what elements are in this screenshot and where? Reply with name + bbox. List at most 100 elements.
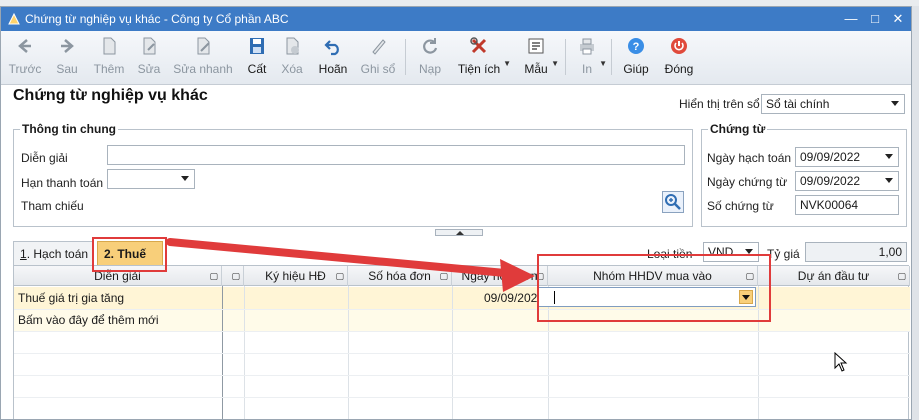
reload-button[interactable]: Nạp (415, 35, 445, 83)
pin-icon[interactable]: ▢ (745, 266, 754, 286)
undo-button[interactable]: Hoãn (315, 35, 351, 83)
save-button[interactable]: Cất (243, 35, 271, 83)
voucher-date-input[interactable]: 09/09/2022 (795, 171, 899, 191)
chevron-down-icon[interactable]: ▼ (599, 59, 607, 68)
title-bar: Chứng từ nghiệp vụ khác - Công ty Cổ phầ… (1, 7, 911, 31)
post-label: Ghi sổ (360, 62, 396, 76)
grid-row-line (14, 331, 910, 332)
grid-row-line (14, 353, 910, 354)
prev-button[interactable]: Trước (5, 35, 45, 83)
mouse-cursor-icon (834, 352, 848, 372)
next-label: Sau (56, 62, 78, 76)
row-description[interactable]: Thuế giá trị gia tăng (14, 287, 222, 309)
chevron-down-icon[interactable] (181, 176, 189, 181)
general-info-title: Thông tin chung (20, 122, 118, 136)
help-icon: ? (628, 38, 644, 54)
print-button[interactable]: In ▼ (575, 35, 607, 83)
tab-tax[interactable]: 2. Thuế (97, 241, 163, 265)
chevron-down-icon[interactable] (745, 249, 753, 254)
prev-label: Trước (8, 62, 42, 76)
chevron-down-icon[interactable]: ▼ (551, 59, 559, 68)
utilities-label: Tiện ích (457, 62, 501, 76)
col-invoice-symbol[interactable]: Ký hiệu HĐ ▢ (244, 266, 348, 286)
chevron-down-icon[interactable]: ▼ (503, 59, 511, 68)
save-label: Cất (247, 62, 267, 76)
col-extra[interactable]: ▢ (222, 266, 244, 286)
col-goods-group[interactable]: Nhóm HHDV mua vào ▢ (548, 266, 758, 286)
help-label: Giúp (623, 62, 649, 76)
grid-row-line (14, 309, 910, 310)
printer-icon (580, 38, 594, 55)
voucher-no-input[interactable]: NVK00064 (795, 195, 899, 215)
col-description[interactable]: Diễn giải ▢ (14, 266, 222, 286)
due-label: Hạn thanh toán (21, 176, 104, 190)
col-project[interactable]: Dự án đầu tư ▢ (758, 266, 910, 286)
arrow-right-icon (61, 39, 74, 53)
table-row[interactable]: Thuế giá trị gia tăng 09/09/2022 (14, 287, 910, 309)
chevron-down-icon[interactable] (891, 101, 899, 106)
voucher-date-label: Ngày chứng từ (707, 175, 788, 189)
arrow-left-icon (18, 39, 31, 53)
pin-icon[interactable]: ▢ (535, 266, 544, 286)
quick-edit-button[interactable]: Sửa nhanh (171, 35, 235, 83)
grid-row-line (14, 397, 910, 398)
chevron-down-icon[interactable] (885, 154, 893, 159)
col-invoice-date[interactable]: Ngày hóa đơn ▢ (452, 266, 548, 286)
tax-grid: Diễn giải ▢ ▢ Ký hiệu HĐ ▢ Số hóa đơn ▢ Ngà… (13, 265, 910, 419)
reference-label: Tham chiếu (21, 199, 84, 213)
toolbar-separator (405, 39, 406, 75)
pin-icon[interactable]: ▢ (335, 266, 344, 286)
pin-icon[interactable]: ▢ (209, 266, 218, 286)
col-invoice-number[interactable]: Số hóa đơn ▢ (348, 266, 452, 286)
toolbar: Trước Sau Thêm Sửa Sửa nhanh Cất Xóa Hoã… (1, 31, 911, 85)
toolbar-separator (565, 39, 566, 75)
utilities-button[interactable]: Tiện ích ▼ (455, 35, 511, 83)
add-row[interactable]: Bấm vào đây để thêm mới (14, 309, 910, 331)
post-button[interactable]: Ghi sổ (359, 35, 397, 83)
templates-button[interactable]: Mẫu ▼ (521, 35, 559, 83)
templates-label: Mẫu (524, 62, 548, 76)
posting-date-input[interactable]: 09/09/2022 (795, 147, 899, 167)
collapse-handle[interactable] (435, 229, 483, 236)
chevron-down-icon[interactable] (739, 290, 753, 304)
maximize-icon[interactable]: □ (865, 10, 885, 28)
edit-label: Sửa (137, 62, 161, 76)
delete-label: Xóa (281, 62, 303, 76)
currency-select[interactable]: VND (703, 242, 759, 262)
rate-input[interactable]: 1,00 (805, 242, 907, 262)
description-label: Diễn giải (21, 151, 68, 165)
ledger-select[interactable]: Sổ tài chính (761, 94, 905, 114)
pin-icon[interactable]: ▢ (897, 266, 906, 286)
close-button[interactable]: Đóng (661, 35, 697, 83)
description-input[interactable] (107, 145, 685, 165)
chevron-down-icon[interactable] (885, 178, 893, 183)
tab-accounting[interactable]: 1. Hạch toán (13, 241, 93, 265)
minimize-icon[interactable]: — (841, 10, 861, 28)
col-invoice-symbol-label: Ký hiệu HĐ (265, 269, 326, 283)
edit-button[interactable]: Sửa (133, 35, 165, 83)
voucher-no-label: Số chứng từ (707, 199, 774, 213)
window-title: Chứng từ nghiệp vụ khác - Công ty Cổ phầ… (25, 12, 289, 26)
undo-label: Hoãn (318, 62, 348, 76)
help-button[interactable]: ? Giúp (621, 35, 651, 83)
goods-group-editor[interactable] (538, 287, 756, 307)
reload-icon (423, 38, 438, 54)
posting-date-label: Ngày hạch toán (707, 151, 792, 165)
close-label: Đóng (664, 62, 694, 76)
add-label: Thêm (93, 62, 125, 76)
pin-icon[interactable]: ▢ (231, 266, 240, 286)
next-button[interactable]: Sau (49, 35, 85, 83)
close-icon[interactable]: ✕ (888, 10, 908, 28)
delete-document-icon (286, 37, 299, 55)
row-invoice-date[interactable]: 09/09/2022 (452, 287, 548, 309)
pin-icon[interactable]: ▢ (439, 266, 448, 286)
lookup-button[interactable] (662, 191, 684, 213)
add-button[interactable]: Thêm (89, 35, 129, 83)
new-document-icon (103, 37, 116, 55)
delete-button[interactable]: Xóa (277, 35, 307, 83)
pencil-icon (372, 39, 386, 55)
currency-value: VND (708, 245, 734, 259)
grid-row-line (14, 375, 910, 376)
due-date-select[interactable] (107, 169, 195, 189)
template-icon (528, 38, 544, 54)
